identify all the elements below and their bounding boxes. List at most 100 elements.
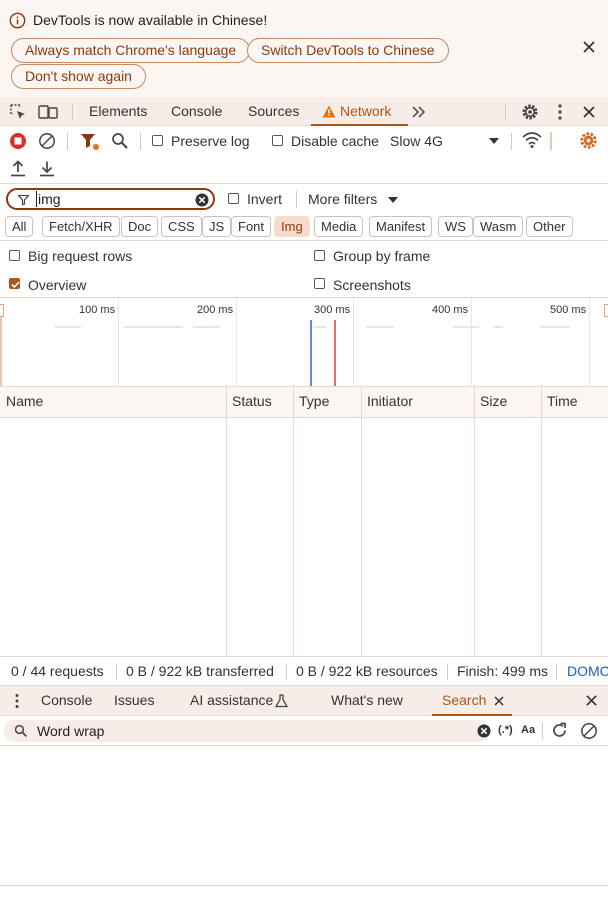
type-filter-doc[interactable]: Doc (121, 216, 159, 237)
import-har-icon[interactable] (10, 160, 26, 178)
disable-cache-label[interactable]: Disable cache (291, 133, 379, 149)
type-filter-img[interactable]: Img (274, 216, 310, 237)
type-filter-font[interactable]: Font (231, 216, 272, 237)
settings-gear-icon[interactable] (521, 103, 539, 121)
switch-to-chinese-button[interactable]: Switch DevTools to Chinese (247, 38, 449, 63)
clear-search-icon[interactable] (477, 724, 491, 738)
tab-sources[interactable]: Sources (248, 97, 299, 126)
tick-200ms: 200 ms (197, 304, 234, 316)
drawer-menu-icon[interactable] (13, 693, 21, 709)
close-icon[interactable] (582, 40, 596, 54)
big-request-rows-label[interactable]: Big request rows (28, 248, 132, 264)
request-bar (55, 326, 81, 328)
column-size[interactable]: Size (474, 387, 507, 417)
drawer-tab-ai-assistance[interactable]: AI assistance (190, 686, 273, 715)
close-tab-icon[interactable] (494, 696, 504, 706)
screenshots-label[interactable]: Screenshots (333, 277, 411, 293)
type-filter-media[interactable]: Media (314, 216, 364, 237)
column-initiator[interactable]: Initiator (361, 387, 413, 417)
filter-row: img Invert More filters (0, 185, 608, 213)
column-time[interactable]: Time (541, 387, 578, 417)
type-filter-all[interactable]: All (5, 216, 34, 237)
preserve-log-checkbox[interactable] (152, 135, 163, 146)
drawer-tab-console[interactable]: Console (41, 686, 92, 715)
checkmark-icon (11, 281, 20, 289)
type-filter-other[interactable]: Other (526, 216, 573, 237)
filter-funnel-icon (18, 195, 29, 205)
type-filter-css[interactable]: CSS (161, 216, 202, 237)
search-input[interactable]: Word wrap (4, 720, 491, 742)
export-har-icon[interactable] (39, 160, 55, 178)
close-devtools-icon[interactable] (582, 105, 596, 119)
throttling-select[interactable]: Slow 4G (388, 128, 502, 154)
type-filter-wasm[interactable]: Wasm (473, 216, 524, 237)
requests-table-header: Name Status Type Initiator Size Time (0, 387, 608, 418)
network-conditions-icon[interactable] (522, 131, 542, 149)
gridline-200ms (236, 298, 237, 386)
drawer-tab-whats-new[interactable]: What's new (331, 686, 403, 715)
close-drawer-icon[interactable] (585, 694, 598, 707)
tick-400ms: 400 ms (432, 304, 469, 316)
network-settings-pane: Big request rows Group by frame Overview… (0, 241, 608, 298)
clear-search-results-icon[interactable] (580, 722, 598, 740)
overview-label[interactable]: Overview (28, 277, 86, 293)
group-by-frame-label[interactable]: Group by frame (333, 248, 430, 264)
request-bar (493, 326, 503, 328)
overview-checkbox[interactable] (9, 278, 20, 289)
search-results-pane (0, 746, 608, 886)
inspect-element-icon[interactable] (9, 103, 27, 121)
request-count: 0 / 44 requests (11, 663, 104, 679)
more-filters-dropdown[interactable]: More filters (307, 188, 402, 210)
drawer-tab-bar: Console Issues AI assistance What's new … (0, 686, 608, 716)
gridline-300ms (353, 298, 354, 386)
more-options-icon[interactable] (555, 103, 565, 121)
bottom-divider (0, 885, 608, 886)
drawer-tab-search-label: Search (442, 692, 487, 708)
tick-500ms: 500 ms (550, 304, 587, 316)
big-request-rows-checkbox[interactable] (9, 250, 20, 261)
preserve-log-label[interactable]: Preserve log (171, 133, 250, 149)
tab-elements[interactable]: Elements (89, 97, 147, 126)
clear-icon[interactable] (38, 132, 56, 150)
dont-show-again-button[interactable]: Don't show again (11, 64, 146, 89)
more-tabs-chevron-icon[interactable] (411, 105, 427, 119)
search-icon[interactable] (111, 132, 129, 150)
filter-icon[interactable] (80, 132, 100, 151)
record-stop-icon[interactable] (9, 132, 27, 150)
drawer-tab-issues[interactable]: Issues (114, 686, 154, 715)
request-bar (540, 326, 570, 328)
overview-left-handle[interactable] (0, 304, 4, 317)
info-icon (9, 12, 26, 29)
clear-filter-icon[interactable] (195, 193, 209, 207)
always-match-language-button[interactable]: Always match Chrome's language (11, 38, 251, 63)
lab-flask-icon (275, 694, 288, 708)
drawer-tab-search[interactable]: Search (432, 686, 512, 716)
group-by-frame-checkbox[interactable] (314, 250, 325, 261)
infobar-message: DevTools is now available in Chinese! (33, 12, 268, 28)
network-settings-gear-icon[interactable] (579, 131, 598, 150)
disable-cache-checkbox[interactable] (272, 135, 283, 146)
main-tab-bar: Elements Console Sources Network (0, 97, 608, 126)
overview-right-handle[interactable] (604, 304, 608, 317)
type-filter-ws[interactable]: WS (438, 216, 473, 237)
tab-console[interactable]: Console (171, 97, 222, 126)
overview-timeline[interactable]: 100 ms 200 ms 300 ms 400 ms 500 ms (0, 298, 608, 387)
regex-toggle[interactable]: (.*) (498, 724, 513, 736)
tab-network[interactable]: Network (311, 97, 408, 126)
warning-triangle-icon (322, 105, 336, 118)
type-filter-manifest[interactable]: Manifest (369, 216, 433, 237)
invert-checkbox[interactable] (228, 193, 239, 204)
network-status-bar: 0 / 44 requests 0 B / 922 kB transferred… (0, 656, 608, 686)
refresh-icon[interactable] (551, 722, 568, 739)
column-status[interactable]: Status (226, 387, 272, 417)
column-type[interactable]: Type (293, 387, 329, 417)
device-toolbar-icon[interactable] (38, 103, 58, 121)
screenshots-checkbox[interactable] (314, 278, 325, 289)
type-filter-fetch-xhr[interactable]: Fetch/XHR (42, 216, 120, 237)
match-case-toggle[interactable]: Aa (521, 724, 535, 736)
filter-input[interactable]: img (6, 188, 215, 210)
import-export-toolbar (0, 156, 608, 184)
type-filter-js[interactable]: JS (202, 216, 232, 237)
column-name[interactable]: Name (0, 387, 43, 417)
invert-label[interactable]: Invert (247, 191, 282, 207)
